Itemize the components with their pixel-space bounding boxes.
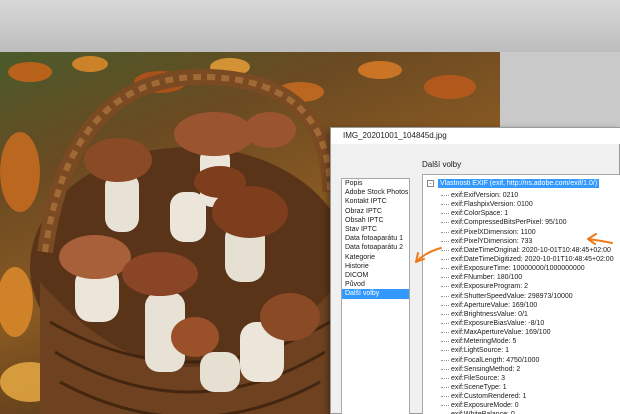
- category-item[interactable]: Adobe Stock Photos: [342, 188, 409, 197]
- tree-row[interactable]: exif:SceneType: 1: [441, 383, 614, 392]
- tree-connector: [441, 195, 449, 197]
- tree-connector: [441, 350, 449, 352]
- tree-row[interactable]: exif:ColorSpace: 1: [441, 209, 614, 218]
- category-item[interactable]: Data fotoaparátu 2: [342, 243, 409, 252]
- category-item-selected[interactable]: Další volby: [342, 289, 409, 299]
- tree-connector: [441, 295, 449, 297]
- tree-connector: [441, 286, 449, 288]
- tree-connector: [441, 249, 449, 251]
- tree-row-label: exif:FNumber: 180/100: [451, 274, 523, 282]
- tree-row-label: exif:FocalLength: 4750/1000: [451, 356, 540, 364]
- tree-row[interactable]: exif:ApertureValue: 169/100: [441, 301, 614, 310]
- tree-root[interactable]: - Vlastnosti EXIF (exif, http://ns.adobe…: [427, 179, 600, 188]
- dialog-body: Popis Adobe Stock Photos Kontakt IPTC Ob…: [338, 148, 620, 414]
- tree-row-label: exif:FlashpixVersion: 0100: [451, 201, 533, 209]
- tree-connector: [441, 405, 449, 407]
- section-title: Další volby: [422, 160, 462, 169]
- tree-row[interactable]: exif:FocalLength: 4750/1000: [441, 356, 614, 365]
- tree-connector: [441, 387, 449, 389]
- tree-row[interactable]: exif:MaxApertureValue: 169/100: [441, 328, 614, 337]
- tree-row[interactable]: exif:BrightnessValue: 0/1: [441, 310, 614, 319]
- category-list[interactable]: Popis Adobe Stock Photos Kontakt IPTC Ob…: [341, 178, 410, 414]
- tree-connector: [441, 240, 449, 242]
- tree-row[interactable]: exif:WhiteBalance: 0: [441, 410, 614, 414]
- tree-row-label: exif:ExifVersion: 0210: [451, 192, 519, 200]
- tree-row[interactable]: exif:PixelYDimension: 733: [441, 237, 614, 246]
- tree-row-label: exif:CompressedBitsPerPixel: 95/100: [451, 219, 567, 227]
- tree-connector: [441, 268, 449, 270]
- category-item[interactable]: Obsah IPTC: [342, 216, 409, 225]
- tree-row[interactable]: exif:LightSource: 1: [441, 346, 614, 355]
- tree-row-label: exif:PixelYDimension: 733: [451, 237, 533, 245]
- tree-row[interactable]: exif:CompressedBitsPerPixel: 95/100: [441, 218, 614, 227]
- minus-box-icon[interactable]: -: [427, 180, 434, 187]
- tree-connector: [441, 341, 449, 343]
- tree-row-label: exif:MeteringMode: 5: [451, 338, 517, 346]
- tree-row-label: exif:DateTimeOriginal: 2020-10-01T10:48:…: [451, 246, 611, 254]
- tree-rows: exif:ExifVersion: 0210 exif:FlashpixVersi…: [441, 191, 614, 414]
- tree-connector: [441, 259, 449, 261]
- category-item[interactable]: Historie: [342, 262, 409, 271]
- tree-connector: [441, 359, 449, 361]
- tree-row[interactable]: exif:FlashpixVersion: 0100: [441, 200, 614, 209]
- tree-row-label: exif:ShutterSpeedValue: 298973/10000: [451, 292, 573, 300]
- tree-row[interactable]: exif:SensingMethod: 2: [441, 365, 614, 374]
- dialog-title: IMG_20201001_104845d.jpg: [331, 128, 620, 144]
- tree-row[interactable]: exif:CustomRendered: 1: [441, 392, 614, 401]
- category-item[interactable]: Původ: [342, 280, 409, 289]
- tree-connector: [441, 222, 449, 224]
- tree-connector: [441, 323, 449, 325]
- category-item[interactable]: Kontakt IPTC: [342, 197, 409, 206]
- tree-row[interactable]: exif:PixelXDimension: 1100: [441, 228, 614, 237]
- tree-row[interactable]: exif:ExposureMode: 0: [441, 401, 614, 410]
- tree-row-label: exif:ExposureProgram: 2: [451, 283, 529, 291]
- tree-row[interactable]: exif:FileSource: 3: [441, 374, 614, 383]
- tree-row[interactable]: exif:ExposureTime: 10000000/1000000000: [441, 264, 614, 273]
- category-item[interactable]: Data fotoaparátu 1: [342, 234, 409, 243]
- tree-connector: [441, 313, 449, 315]
- tree-row[interactable]: exif:ExposureBiasValue: -8/10: [441, 319, 614, 328]
- category-item[interactable]: Obraz IPTC: [342, 207, 409, 216]
- tree-row-label: exif:ExposureTime: 10000000/1000000000: [451, 265, 585, 273]
- file-info-dialog: IMG_20201001_104845d.jpg Popis Adobe Sto…: [330, 127, 620, 414]
- tree-row-label: exif:ExposureBiasValue: -8/10: [451, 320, 545, 328]
- tree-connector: [441, 213, 449, 215]
- category-item[interactable]: Kategorie: [342, 253, 409, 262]
- tree-row-label: exif:BrightnessValue: 0/1: [451, 310, 528, 318]
- category-item[interactable]: DICOM: [342, 271, 409, 280]
- tree-row-label: exif:MaxApertureValue: 169/100: [451, 329, 551, 337]
- tree-row-label: exif:ExposureMode: 0: [451, 402, 519, 410]
- tree-row[interactable]: exif:ExposureProgram: 2: [441, 282, 614, 291]
- tree-row-label: exif:CustomRendered: 1: [451, 393, 527, 401]
- tree-row-label: exif:FileSource: 3: [451, 374, 506, 382]
- tree-connector: [441, 204, 449, 206]
- tree-root-label[interactable]: Vlastnosti EXIF (exif, http://ns.adobe.c…: [438, 179, 600, 188]
- tree-row-label: exif:DateTimeDigitized: 2020-10-01T10:48…: [451, 256, 614, 264]
- tree-row-label: exif:ApertureValue: 169/100: [451, 301, 538, 309]
- tree-connector: [441, 377, 449, 379]
- tree-row-label: exif:LightSource: 1: [451, 347, 509, 355]
- tree-row[interactable]: exif:DateTimeDigitized: 2020-10-01T10:48…: [441, 255, 614, 264]
- tree-connector: [441, 332, 449, 334]
- tree-connector: [441, 304, 449, 306]
- category-item[interactable]: Popis: [342, 179, 409, 188]
- tree-row-label: exif:SensingMethod: 2: [451, 365, 521, 373]
- tree-row-label: exif:PixelXDimension: 1100: [451, 228, 536, 236]
- tree-row[interactable]: exif:DateTimeOriginal: 2020-10-01T10:48:…: [441, 246, 614, 255]
- tree-row[interactable]: exif:MeteringMode: 5: [441, 337, 614, 346]
- metadata-tree[interactable]: - Vlastnosti EXIF (exif, http://ns.adobe…: [422, 174, 620, 414]
- tree-row[interactable]: exif:ExifVersion: 0210: [441, 191, 614, 200]
- category-item[interactable]: Stav IPTC: [342, 225, 409, 234]
- tree-connector: [441, 231, 449, 233]
- desktop-backdrop: [0, 0, 620, 52]
- tree-row-label: exif:ColorSpace: 1: [451, 210, 509, 218]
- tree-connector: [441, 277, 449, 279]
- tree-row-label: exif:SceneType: 1: [451, 384, 507, 392]
- tree-row[interactable]: exif:ShutterSpeedValue: 298973/10000: [441, 292, 614, 301]
- tree-row[interactable]: exif:FNumber: 180/100: [441, 273, 614, 282]
- tree-connector: [441, 368, 449, 370]
- tree-connector: [441, 396, 449, 398]
